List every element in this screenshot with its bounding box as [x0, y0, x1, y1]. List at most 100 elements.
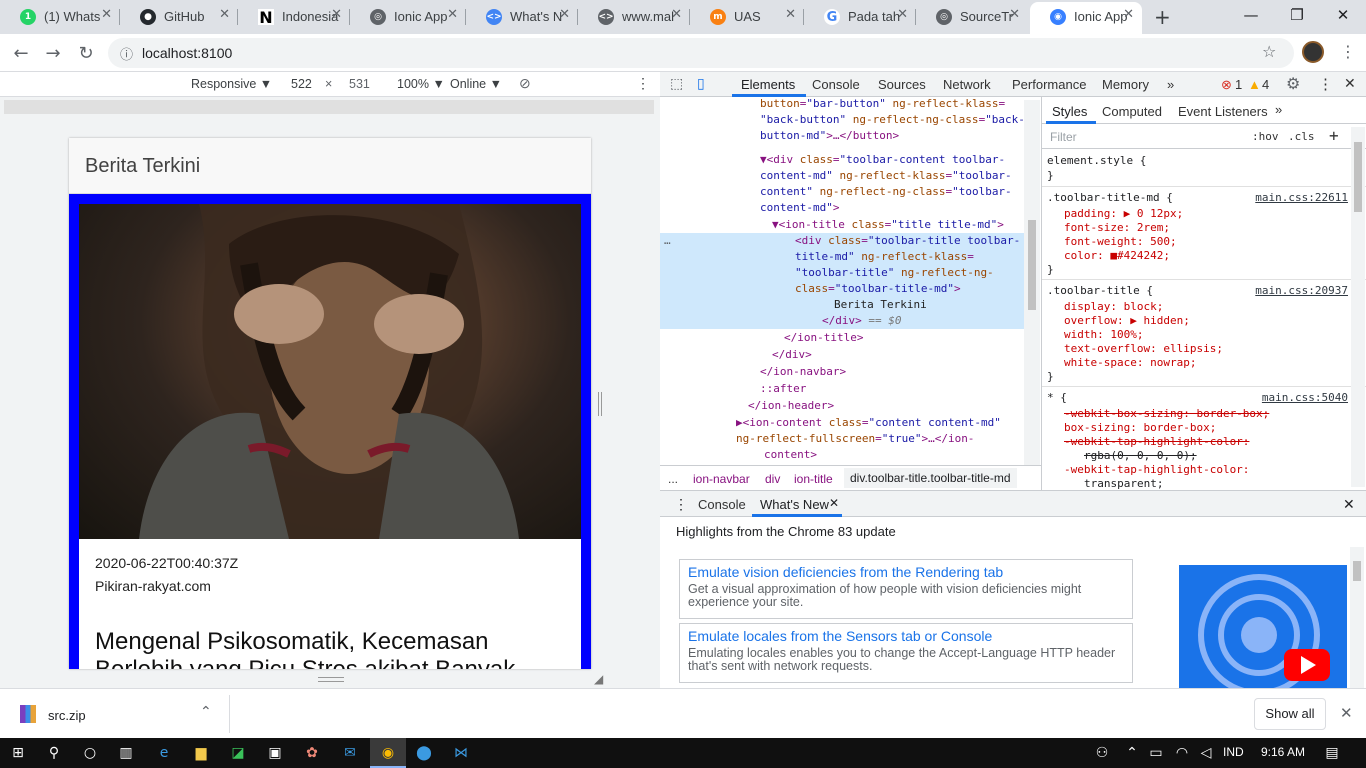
tab-whats-new[interactable]: <> What's N ✕	[466, 0, 578, 34]
tab-ionic-app-active[interactable]: ◉ Ionic App ✕	[1030, 2, 1142, 34]
close-drawer-icon[interactable]: ✕	[1343, 496, 1355, 513]
height-input[interactable]: 531	[349, 77, 370, 91]
maps-icon[interactable]: ⬤	[414, 744, 434, 762]
close-window-button[interactable]: ✕	[1320, 0, 1366, 30]
tab-sourcetree[interactable]: ◎ SourceTr ✕	[916, 0, 1028, 34]
warning-count[interactable]: 4	[1262, 77, 1269, 92]
style-declaration[interactable]: width: 100%;	[1064, 328, 1143, 341]
rule-source-link[interactable]: main.css:22611	[1255, 191, 1348, 204]
breadcrumb-div[interactable]: div	[765, 472, 780, 486]
device-toggle-icon[interactable]: ▯	[697, 75, 705, 92]
rule-selector[interactable]: * {	[1047, 391, 1067, 404]
tab-pada-tahun[interactable]: G Pada tah ✕	[804, 0, 916, 34]
style-declaration[interactable]: box-sizing: border-box;	[1064, 421, 1216, 434]
mail-icon[interactable]: ✉	[340, 744, 360, 762]
tab-memory[interactable]: Memory	[1102, 77, 1149, 92]
input-language[interactable]: IND	[1223, 745, 1244, 759]
devtools-menu-icon[interactable]: ⋮	[1318, 75, 1333, 93]
maximize-button[interactable]: ❐	[1274, 0, 1320, 30]
style-declaration[interactable]: overflow: ▶ hidden;	[1064, 314, 1190, 327]
cls-toggle[interactable]: .cls	[1288, 130, 1315, 143]
tab-network[interactable]: Network	[943, 77, 991, 92]
close-icon[interactable]: ✕	[829, 496, 839, 510]
tab-event-listeners[interactable]: Event Listeners	[1178, 104, 1268, 119]
info-icon[interactable]: ⓘ	[120, 44, 133, 63]
url-text[interactable]: localhost:8100	[142, 45, 232, 61]
more-options-icon[interactable]: ⋮	[636, 75, 650, 92]
volume-icon[interactable]: ◁	[1196, 744, 1216, 762]
vscode-icon[interactable]: ⋈	[451, 744, 471, 762]
app-green-icon[interactable]: ◪	[228, 744, 248, 762]
drawer-menu-icon[interactable]: ⋮	[674, 496, 688, 513]
tab-computed[interactable]: Computed	[1102, 104, 1162, 119]
close-icon[interactable]: ✕	[897, 7, 908, 22]
style-declaration[interactable]: padding: ▶ 0 12px;	[1064, 207, 1183, 220]
reload-icon[interactable]: ↻	[75, 42, 97, 64]
close-icon[interactable]: ✕	[219, 7, 230, 22]
warning-icon[interactable]: ▲	[1248, 77, 1261, 92]
style-declaration[interactable]: color: ■#424242;	[1064, 249, 1170, 262]
close-icon[interactable]: ✕	[447, 7, 458, 22]
chevron-up-icon[interactable]: ⌃	[1122, 744, 1142, 762]
zoom-dropdown[interactable]: 100% ▼	[397, 77, 445, 91]
breadcrumb-selected[interactable]: div.toolbar-title.toolbar-title-md	[844, 468, 1017, 488]
back-arrow-icon[interactable]: ←	[10, 42, 32, 64]
close-icon[interactable]: ✕	[101, 7, 112, 22]
tab-console[interactable]: Console	[812, 77, 860, 92]
search-icon[interactable]: ⚲	[44, 744, 64, 762]
tab-elements[interactable]: Elements	[741, 77, 795, 92]
tab-uas[interactable]: m UAS ✕	[690, 0, 804, 34]
store-icon[interactable]: ▣	[265, 744, 285, 762]
close-devtools-icon[interactable]: ✕	[1344, 75, 1356, 92]
style-value[interactable]: transparent;	[1084, 477, 1163, 490]
breadcrumb-ion-navbar[interactable]: ion-navbar	[693, 472, 750, 486]
style-declaration[interactable]: font-size: 2rem;	[1064, 221, 1170, 234]
resize-handle-right[interactable]	[598, 392, 602, 416]
close-icon[interactable]: ✕	[331, 7, 342, 22]
network-throttle-dropdown[interactable]: Online ▼	[450, 77, 502, 91]
resize-handle-bottom[interactable]	[318, 677, 344, 682]
drawer-tab-console[interactable]: Console	[698, 497, 746, 512]
settings-gear-icon[interactable]: ⚙	[1286, 74, 1300, 94]
cortana-icon[interactable]: ○	[80, 744, 100, 762]
tab-styles[interactable]: Styles	[1052, 104, 1087, 119]
rule-selector[interactable]: .toolbar-title-md {	[1047, 191, 1173, 204]
close-icon[interactable]: ✕	[1123, 7, 1134, 22]
error-count[interactable]: 1	[1235, 77, 1242, 92]
chevron-up-icon[interactable]: ⌃	[200, 704, 212, 720]
news-card[interactable]: 2020-06-22T00:40:37Z Pikiran-rakyat.com …	[69, 194, 591, 669]
style-declaration[interactable]: display: block;	[1064, 300, 1163, 313]
close-icon[interactable]: ✕	[559, 7, 570, 22]
error-icon[interactable]: ⊗	[1221, 77, 1232, 93]
style-declaration[interactable]: white-space: nowrap;	[1064, 356, 1196, 369]
forward-arrow-icon[interactable]: →	[42, 42, 64, 64]
news-headline[interactable]: Mengenal Psikosomatik, Kecemasan Berlebi…	[95, 628, 565, 669]
app-paint-icon[interactable]: ✿	[302, 744, 322, 762]
style-declaration[interactable]: font-weight: 500;	[1064, 235, 1177, 248]
show-all-button[interactable]: Show all	[1254, 698, 1326, 730]
breadcrumb-more[interactable]: ...	[668, 472, 678, 486]
close-icon[interactable]: ✕	[671, 7, 682, 22]
elements-scrollbar[interactable]	[1024, 100, 1040, 465]
rule-selector[interactable]: .toolbar-title {	[1047, 284, 1153, 297]
whats-new-item-title[interactable]: Emulate vision deficiencies from the Ren…	[688, 564, 1124, 580]
hov-toggle[interactable]: :hov	[1252, 130, 1279, 143]
tab-sources[interactable]: Sources	[878, 77, 926, 92]
tab-performance[interactable]: Performance	[1012, 77, 1086, 92]
style-declaration[interactable]: -webkit-tap-highlight-color:	[1064, 435, 1249, 448]
whats-new-item[interactable]: Emulate locales from the Sensors tab or …	[679, 623, 1133, 683]
width-input[interactable]: 522	[291, 77, 312, 91]
more-tabs-button[interactable]: »	[1167, 77, 1174, 92]
close-icon[interactable]: ✕	[1009, 7, 1020, 22]
new-tab-button[interactable]: +	[1154, 5, 1171, 29]
styles-scrollbar[interactable]	[1351, 127, 1365, 487]
responsive-dropdown[interactable]: Responsive ▼	[191, 77, 272, 91]
download-filename[interactable]: src.zip	[48, 708, 86, 723]
elements-tree[interactable]: button="bar-button" ng-reflect-klass= "b…	[660, 97, 1024, 465]
style-declaration[interactable]: text-overflow: ellipsis;	[1064, 342, 1223, 355]
inspect-icon[interactable]: ⬚	[670, 75, 683, 92]
style-declaration[interactable]: -webkit-box-sizing: border-box;	[1064, 407, 1269, 420]
task-view-icon[interactable]: ▥	[116, 744, 136, 762]
rule-selector[interactable]: element.style {	[1047, 154, 1146, 167]
tab-whatsapp[interactable]: 1 (1) Whats ✕	[0, 0, 120, 34]
